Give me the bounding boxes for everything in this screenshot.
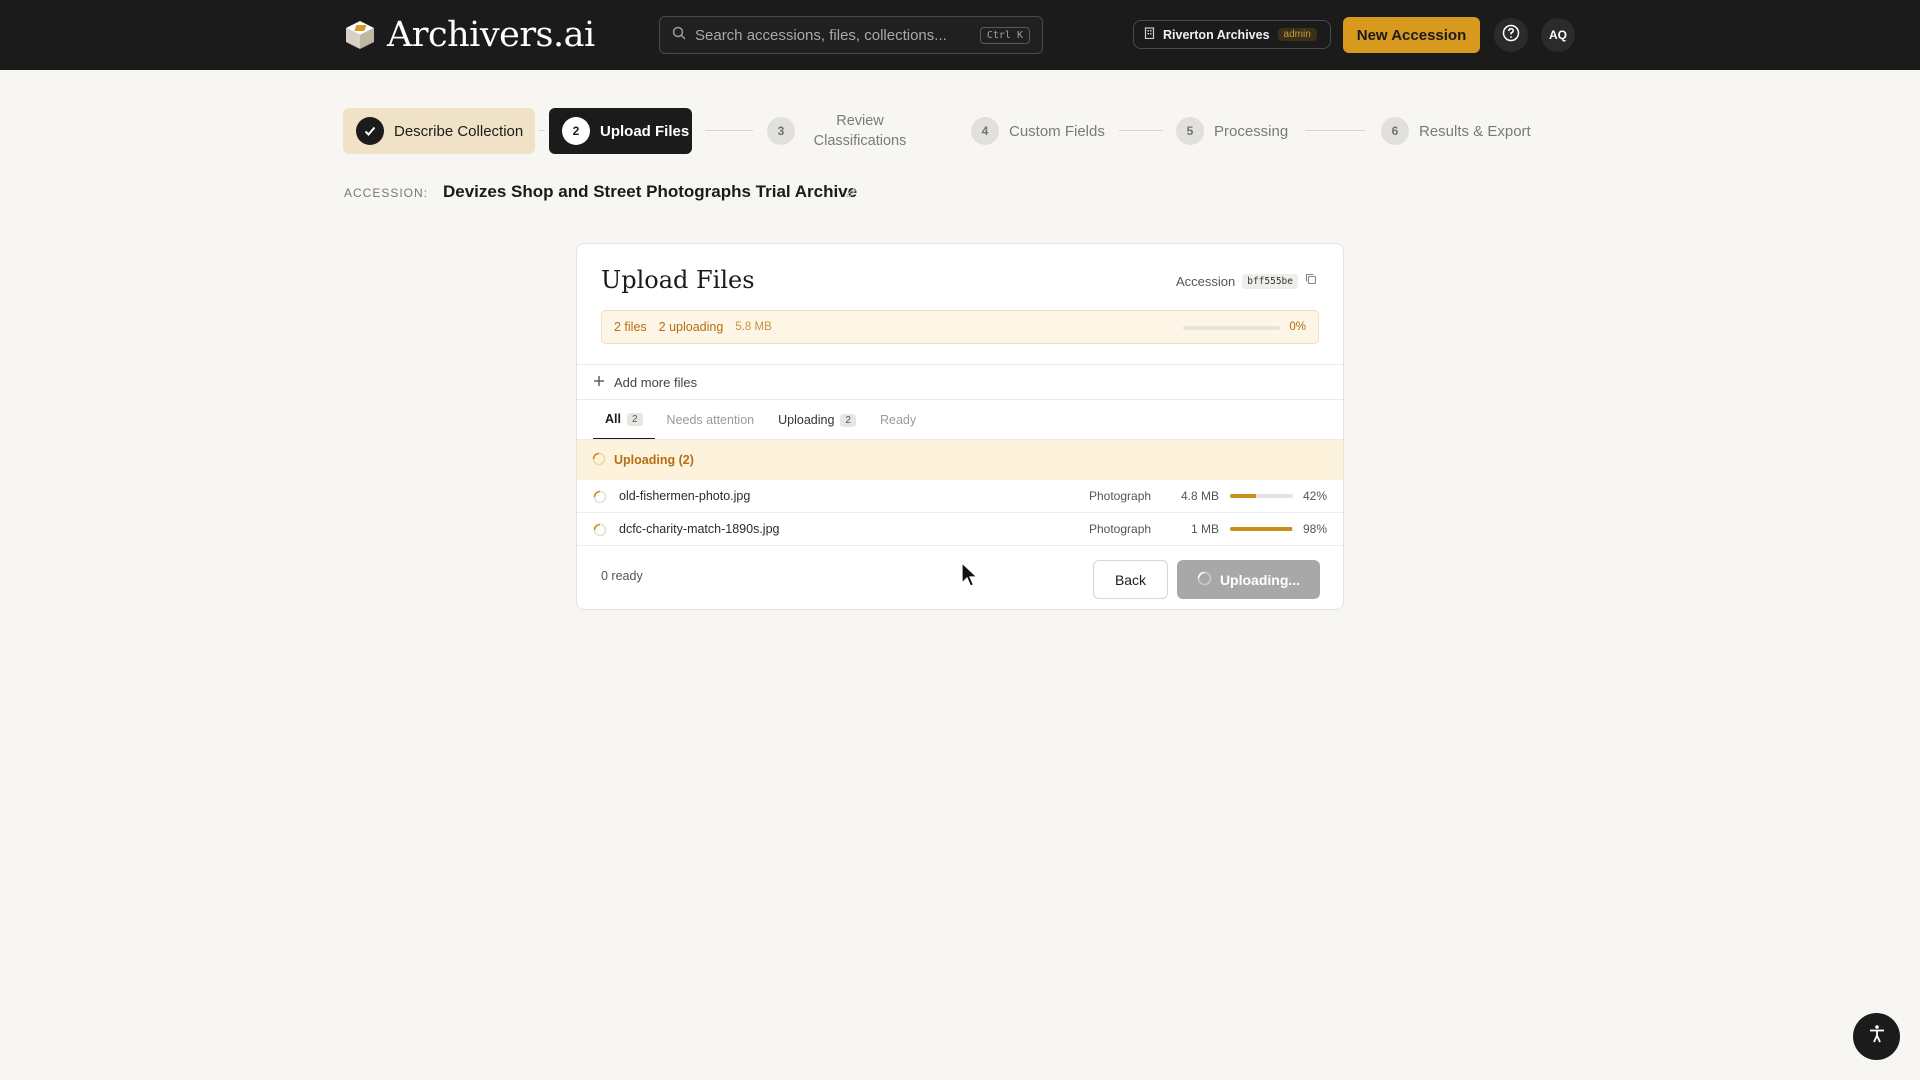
step-connector	[539, 130, 545, 131]
step-number: 3	[767, 117, 795, 145]
search-input[interactable]: Search accessions, files, collections...…	[659, 16, 1043, 54]
tab-ready[interactable]: Ready	[868, 400, 928, 440]
overall-progress-bar	[1183, 326, 1280, 330]
top-bar: Archivers.ai Search accessions, files, c…	[0, 0, 1920, 70]
avatar[interactable]: AQ	[1541, 18, 1575, 52]
spinner-icon	[593, 523, 607, 542]
uploading-button-label: Uploading...	[1219, 571, 1301, 588]
add-more-files-label: Add more files	[614, 374, 698, 390]
check-icon	[356, 117, 384, 145]
tab-label: Ready	[879, 413, 917, 427]
step-number: 6	[1381, 117, 1409, 145]
step-number: 2	[562, 117, 590, 145]
tab-label: Needs attention	[666, 413, 755, 427]
file-type: Photograph	[1089, 522, 1152, 536]
new-accession-button[interactable]: New Accession	[1343, 17, 1480, 53]
logo[interactable]: Archivers.ai	[343, 15, 595, 55]
step-label: Processing	[1214, 122, 1289, 140]
app-name: Archivers.ai	[387, 15, 595, 55]
plus-icon	[593, 375, 605, 390]
accession-id-group: Accession bff555be	[1176, 272, 1317, 290]
step-custom-fields[interactable]: 4 Custom Fields	[971, 108, 1105, 154]
role-badge: admin	[1277, 28, 1317, 41]
accessibility-icon	[1867, 1024, 1887, 1049]
accession-id-label: Accession	[1175, 273, 1236, 289]
step-label: Describe Collection	[394, 122, 524, 140]
mouse-cursor-icon	[961, 561, 979, 593]
file-progress-text: 98%	[1302, 522, 1327, 536]
file-row[interactable]: old-fishermen-photo.jpg Photograph 4.8 M…	[577, 480, 1343, 513]
spinner-icon	[593, 490, 607, 509]
wizard-stepper: Describe Collection 2 Upload Files 3 Rev…	[343, 108, 1533, 154]
file-progress-fill	[1230, 494, 1257, 498]
search-placeholder: Search accessions, files, collections...	[695, 26, 947, 44]
help-icon	[1502, 24, 1520, 47]
file-name: dcfc-charity-match-1890s.jpg	[619, 522, 780, 536]
add-more-files-button[interactable]: Add more files	[577, 364, 1343, 400]
step-connector	[1305, 130, 1365, 131]
summary-uploading: 2 uploading	[658, 320, 724, 334]
group-label: Uploading (2)	[614, 453, 694, 467]
step-label: Review Classifications	[813, 113, 907, 149]
overall-progress-text: 0%	[1289, 321, 1306, 333]
tab-needs-attention[interactable]: Needs attention	[655, 400, 767, 440]
help-button[interactable]	[1494, 18, 1528, 52]
tab-uploading[interactable]: Uploading 2	[766, 400, 868, 440]
tab-count: 2	[840, 413, 856, 427]
step-number: 4	[971, 117, 999, 145]
summary-size: 5.8 MB	[735, 321, 772, 333]
search-icon	[672, 26, 686, 45]
ready-count: 0 ready	[601, 569, 643, 583]
step-review-classifications[interactable]: 3 Review Classifications	[767, 108, 915, 154]
spinner-icon	[592, 452, 606, 469]
tab-label: Uploading	[778, 413, 835, 427]
file-size: 4.8 MB	[1180, 489, 1219, 503]
step-label: Results & Export	[1419, 122, 1531, 140]
file-progress-bar	[1230, 527, 1293, 531]
file-progress-fill	[1230, 527, 1292, 531]
summary-files: 2 files	[614, 320, 647, 334]
accession-title: Devizes Shop and Street Photographs Tria…	[443, 182, 858, 201]
tab-count: 2	[626, 412, 643, 426]
file-size: 1 MB	[1190, 522, 1219, 536]
uploading-button[interactable]: Uploading...	[1177, 560, 1320, 599]
step-results-export[interactable]: 6 Results & Export	[1381, 108, 1531, 154]
file-filter-tabs: All 2 Needs attention Uploading 2 Ready	[593, 400, 928, 440]
file-progress-text: 42%	[1302, 489, 1327, 503]
org-switcher[interactable]: Riverton Archives admin	[1133, 20, 1331, 49]
edit-pencil-icon[interactable]	[845, 186, 857, 204]
tab-label: All	[605, 412, 621, 426]
file-row[interactable]: dcfc-charity-match-1890s.jpg Photograph …	[577, 513, 1343, 546]
step-number: 5	[1176, 117, 1204, 145]
step-connector	[1119, 130, 1163, 131]
step-label: Custom Fields	[1009, 122, 1105, 140]
file-name: old-fishermen-photo.jpg	[619, 489, 751, 503]
upload-summary: 2 files 2 uploading 5.8 MB 0%	[601, 310, 1319, 344]
tab-all[interactable]: All 2	[593, 400, 655, 440]
card-title: Upload Files	[601, 266, 755, 294]
step-label: Upload Files	[600, 122, 690, 140]
upload-files-card: Upload Files Accession bff555be 2 files …	[576, 243, 1344, 610]
back-button[interactable]: Back	[1093, 560, 1168, 599]
step-connector	[705, 130, 753, 131]
file-type: Photograph	[1089, 489, 1152, 503]
accession-label: ACCESSION:	[344, 186, 429, 200]
org-name: Riverton Archives	[1163, 27, 1270, 42]
building-icon	[1144, 26, 1155, 44]
accession-id: bff555be	[1242, 273, 1298, 289]
archive-box-icon	[343, 18, 377, 52]
step-upload-files[interactable]: 2 Upload Files	[549, 108, 692, 154]
copy-icon[interactable]	[1305, 272, 1317, 290]
step-describe-collection[interactable]: Describe Collection	[343, 108, 535, 154]
file-progress-bar	[1230, 494, 1293, 498]
spinner-icon	[1197, 571, 1212, 589]
search-shortcut: Ctrl K	[979, 26, 1030, 44]
accessibility-button[interactable]	[1853, 1013, 1900, 1060]
uploading-group-header[interactable]: Uploading (2)	[577, 440, 1343, 480]
step-processing[interactable]: 5 Processing	[1176, 108, 1288, 154]
